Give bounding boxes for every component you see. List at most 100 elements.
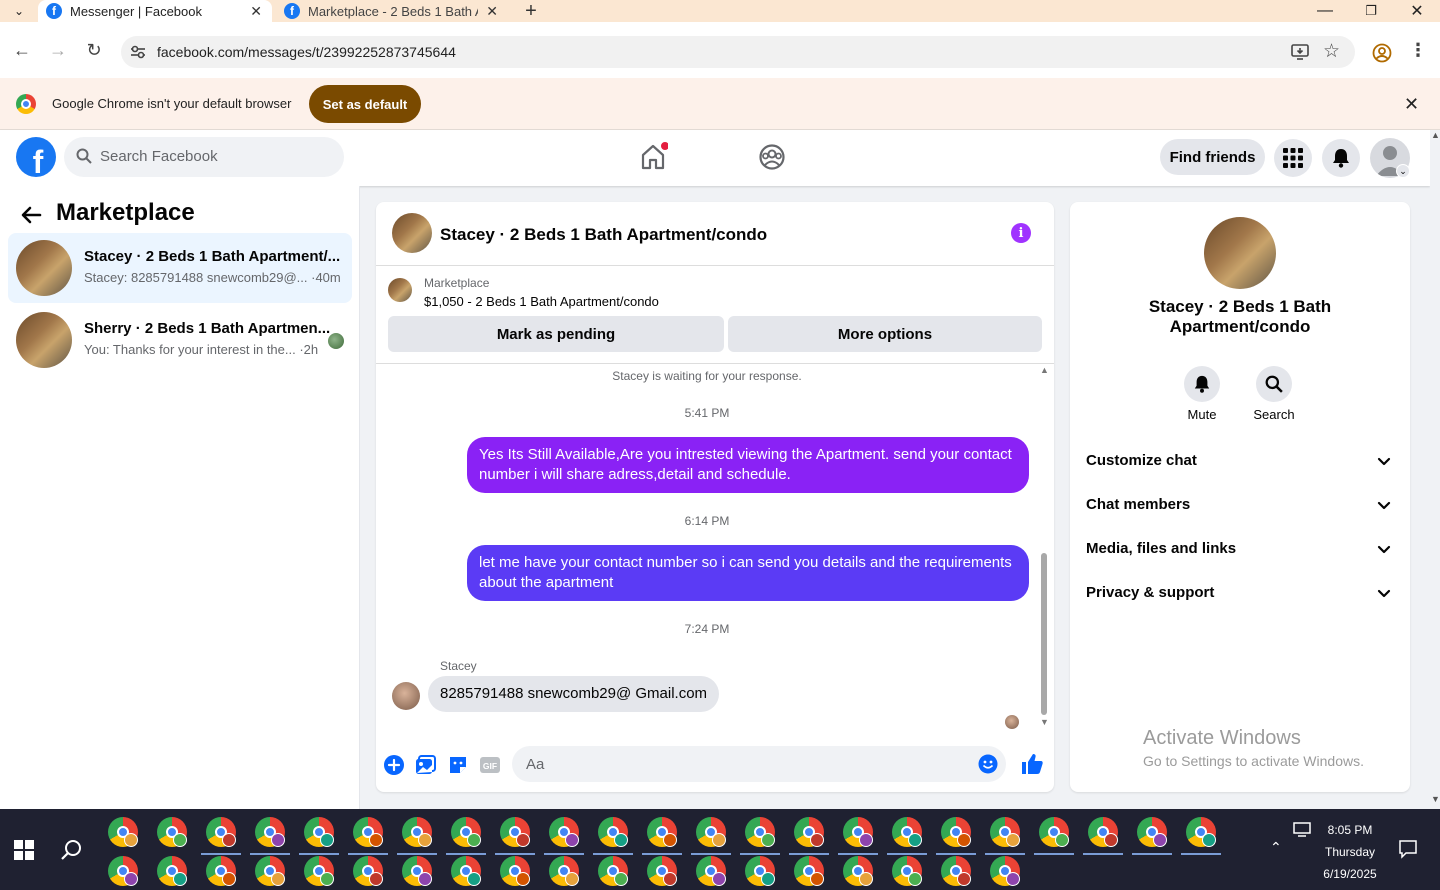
gif-icon[interactable]: GIF: [479, 754, 501, 776]
search-icon[interactable]: [60, 838, 84, 862]
notifications-icon[interactable]: [1398, 839, 1418, 859]
home-icon[interactable]: [638, 142, 668, 172]
close-window-icon[interactable]: ✕: [1394, 0, 1440, 22]
chat-title[interactable]: Stacey · 2 Beds 1 Bath Apartment/condo: [440, 225, 767, 245]
taskbar-chrome-profile-icon[interactable]: [647, 856, 677, 886]
network-icon[interactable]: [1293, 822, 1311, 838]
account-chevron-icon[interactable]: ⌄: [1396, 164, 1410, 178]
taskbar-chrome-profile-icon[interactable]: [500, 817, 530, 847]
install-app-icon[interactable]: [1291, 44, 1309, 60]
customize-chat-section[interactable]: Customize chat: [1078, 442, 1402, 482]
tab-close-icon[interactable]: ✕: [486, 3, 498, 20]
conversation-item-sherry[interactable]: Sherry · 2 Beds 1 Bath Apartmen... You: …: [8, 305, 352, 375]
search-in-conversation-button[interactable]: [1256, 366, 1292, 402]
chat-avatar[interactable]: [392, 213, 432, 253]
address-bar[interactable]: facebook.com/messages/t/2399225287374564…: [121, 36, 1355, 68]
taskbar-chrome-profile-icon[interactable]: [402, 817, 432, 847]
thumbs-up-icon[interactable]: [1020, 752, 1044, 776]
taskbar-chrome-profile-icon[interactable]: [304, 817, 334, 847]
taskbar-chrome-profile-icon[interactable]: [304, 856, 334, 886]
reload-icon[interactable]: ↻: [80, 36, 108, 64]
taskbar-chrome-profile-icon[interactable]: [108, 817, 138, 847]
facebook-logo-icon[interactable]: f: [16, 137, 56, 177]
tab-close-icon[interactable]: ✕: [250, 3, 262, 20]
listing-thumbnail[interactable]: [388, 278, 412, 302]
listing-price-title[interactable]: $1,050 - 2 Beds 1 Bath Apartment/condo: [424, 294, 659, 309]
back-arrow-icon[interactable]: ←: [8, 36, 36, 64]
browser-menu-kebab-icon[interactable]: ⋮: [1404, 36, 1432, 64]
taskbar-chrome-profile-icon[interactable]: [892, 817, 922, 847]
taskbar-chrome-profile-icon[interactable]: [402, 856, 432, 886]
taskbar-chrome-profile-icon[interactable]: [1137, 817, 1167, 847]
taskbar-chrome-profile-icon[interactable]: [1186, 817, 1216, 847]
received-message-bubble[interactable]: 8285791488 snewcomb29@ Gmail.com: [428, 676, 720, 712]
menu-grid-button[interactable]: [1274, 139, 1312, 177]
taskbar-chrome-profile-icon[interactable]: [1088, 817, 1118, 847]
plus-circle-icon[interactable]: [383, 754, 405, 776]
scroll-down-arrow-icon[interactable]: ▼: [1040, 717, 1049, 727]
emoji-icon[interactable]: [978, 754, 998, 774]
notifications-button[interactable]: [1322, 139, 1360, 177]
taskbar-chrome-profile-icon[interactable]: [843, 817, 873, 847]
message-scrollbar[interactable]: ▲ ▼: [1039, 365, 1049, 727]
sent-message-bubble[interactable]: let me have your contact number so i can…: [467, 545, 1029, 601]
taskbar-chrome-profile-icon[interactable]: [255, 856, 285, 886]
info-icon[interactable]: i: [1011, 223, 1031, 243]
profile-avatar-icon[interactable]: [1372, 43, 1392, 63]
sent-message-bubble[interactable]: Yes Its Still Available,Are you intreste…: [467, 437, 1029, 493]
taskbar-chrome-profile-icon[interactable]: [892, 856, 922, 886]
taskbar-chrome-profile-icon[interactable]: [745, 856, 775, 886]
page-scrollbar[interactable]: ▲ ▼: [1430, 130, 1440, 809]
taskbar-chrome-profile-icon[interactable]: [941, 817, 971, 847]
photo-icon[interactable]: [415, 754, 437, 776]
find-friends-button[interactable]: Find friends: [1160, 139, 1265, 175]
taskbar-chrome-profile-icon[interactable]: [255, 817, 285, 847]
scroll-up-arrow-icon[interactable]: ▲: [1431, 130, 1440, 140]
mark-as-pending-button[interactable]: Mark as pending: [388, 316, 724, 352]
sender-avatar[interactable]: [392, 682, 420, 710]
tab-marketplace[interactable]: f Marketplace - 2 Beds 1 Bath Ap ✕: [276, 0, 506, 22]
taskbar-chrome-profile-icon[interactable]: [598, 817, 628, 847]
minimize-window-icon[interactable]: —: [1302, 0, 1348, 22]
taskbar-chrome-profile-icon[interactable]: [451, 817, 481, 847]
taskbar-chrome-profile-icon[interactable]: [794, 856, 824, 886]
groups-icon[interactable]: [757, 142, 787, 172]
taskbar-chrome-profile-icon[interactable]: [353, 817, 383, 847]
set-as-default-button[interactable]: Set as default: [309, 85, 421, 123]
taskbar-chrome-profile-icon[interactable]: [696, 856, 726, 886]
taskbar-chrome-profile-icon[interactable]: [206, 817, 236, 847]
taskbar-chrome-profile-icon[interactable]: [941, 856, 971, 886]
taskbar-chrome-profile-icon[interactable]: [1039, 817, 1069, 847]
taskbar-chrome-profile-icon[interactable]: [990, 817, 1020, 847]
forward-arrow-icon[interactable]: →: [44, 36, 72, 64]
taskbar-clock[interactable]: 8:05 PM Thursday 6/19/2025: [1318, 819, 1382, 885]
back-arrow-icon[interactable]: [20, 204, 42, 226]
media-files-links-section[interactable]: Media, files and links: [1078, 530, 1402, 570]
taskbar-chrome-profile-icon[interactable]: [206, 856, 236, 886]
taskbar-chrome-profile-icon[interactable]: [598, 856, 628, 886]
bookmark-star-icon[interactable]: ☆: [1323, 40, 1340, 63]
chat-members-section[interactable]: Chat members: [1078, 486, 1402, 526]
banner-close-icon[interactable]: ✕: [1404, 94, 1419, 115]
taskbar-chrome-profile-icon[interactable]: [990, 856, 1020, 886]
conversation-avatar[interactable]: [1204, 217, 1276, 289]
scroll-down-arrow-icon[interactable]: ▼: [1431, 794, 1440, 804]
taskbar-chrome-profile-icon[interactable]: [500, 856, 530, 886]
taskbar-chrome-profile-icon[interactable]: [549, 856, 579, 886]
scrollbar-thumb[interactable]: [1041, 553, 1047, 715]
taskbar-chrome-profile-icon[interactable]: [549, 817, 579, 847]
conversation-item-stacey[interactable]: Stacey · 2 Beds 1 Bath Apartment/... Sta…: [8, 233, 352, 303]
scroll-up-arrow-icon[interactable]: ▲: [1040, 365, 1049, 375]
taskbar-chrome-profile-icon[interactable]: [451, 856, 481, 886]
privacy-support-section[interactable]: Privacy & support: [1078, 574, 1402, 614]
tab-search-chevron-icon[interactable]: ⌄: [8, 2, 30, 20]
taskbar-chrome-profile-icon[interactable]: [696, 817, 726, 847]
sticker-icon[interactable]: [447, 754, 469, 776]
taskbar-chrome-profile-icon[interactable]: [794, 817, 824, 847]
taskbar-chrome-profile-icon[interactable]: [843, 856, 873, 886]
taskbar-chrome-profile-icon[interactable]: [157, 856, 187, 886]
taskbar-chrome-profile-icon[interactable]: [353, 856, 383, 886]
mute-button[interactable]: [1184, 366, 1220, 402]
taskbar-chrome-profile-icon[interactable]: [108, 856, 138, 886]
taskbar-chrome-profile-icon[interactable]: [157, 817, 187, 847]
